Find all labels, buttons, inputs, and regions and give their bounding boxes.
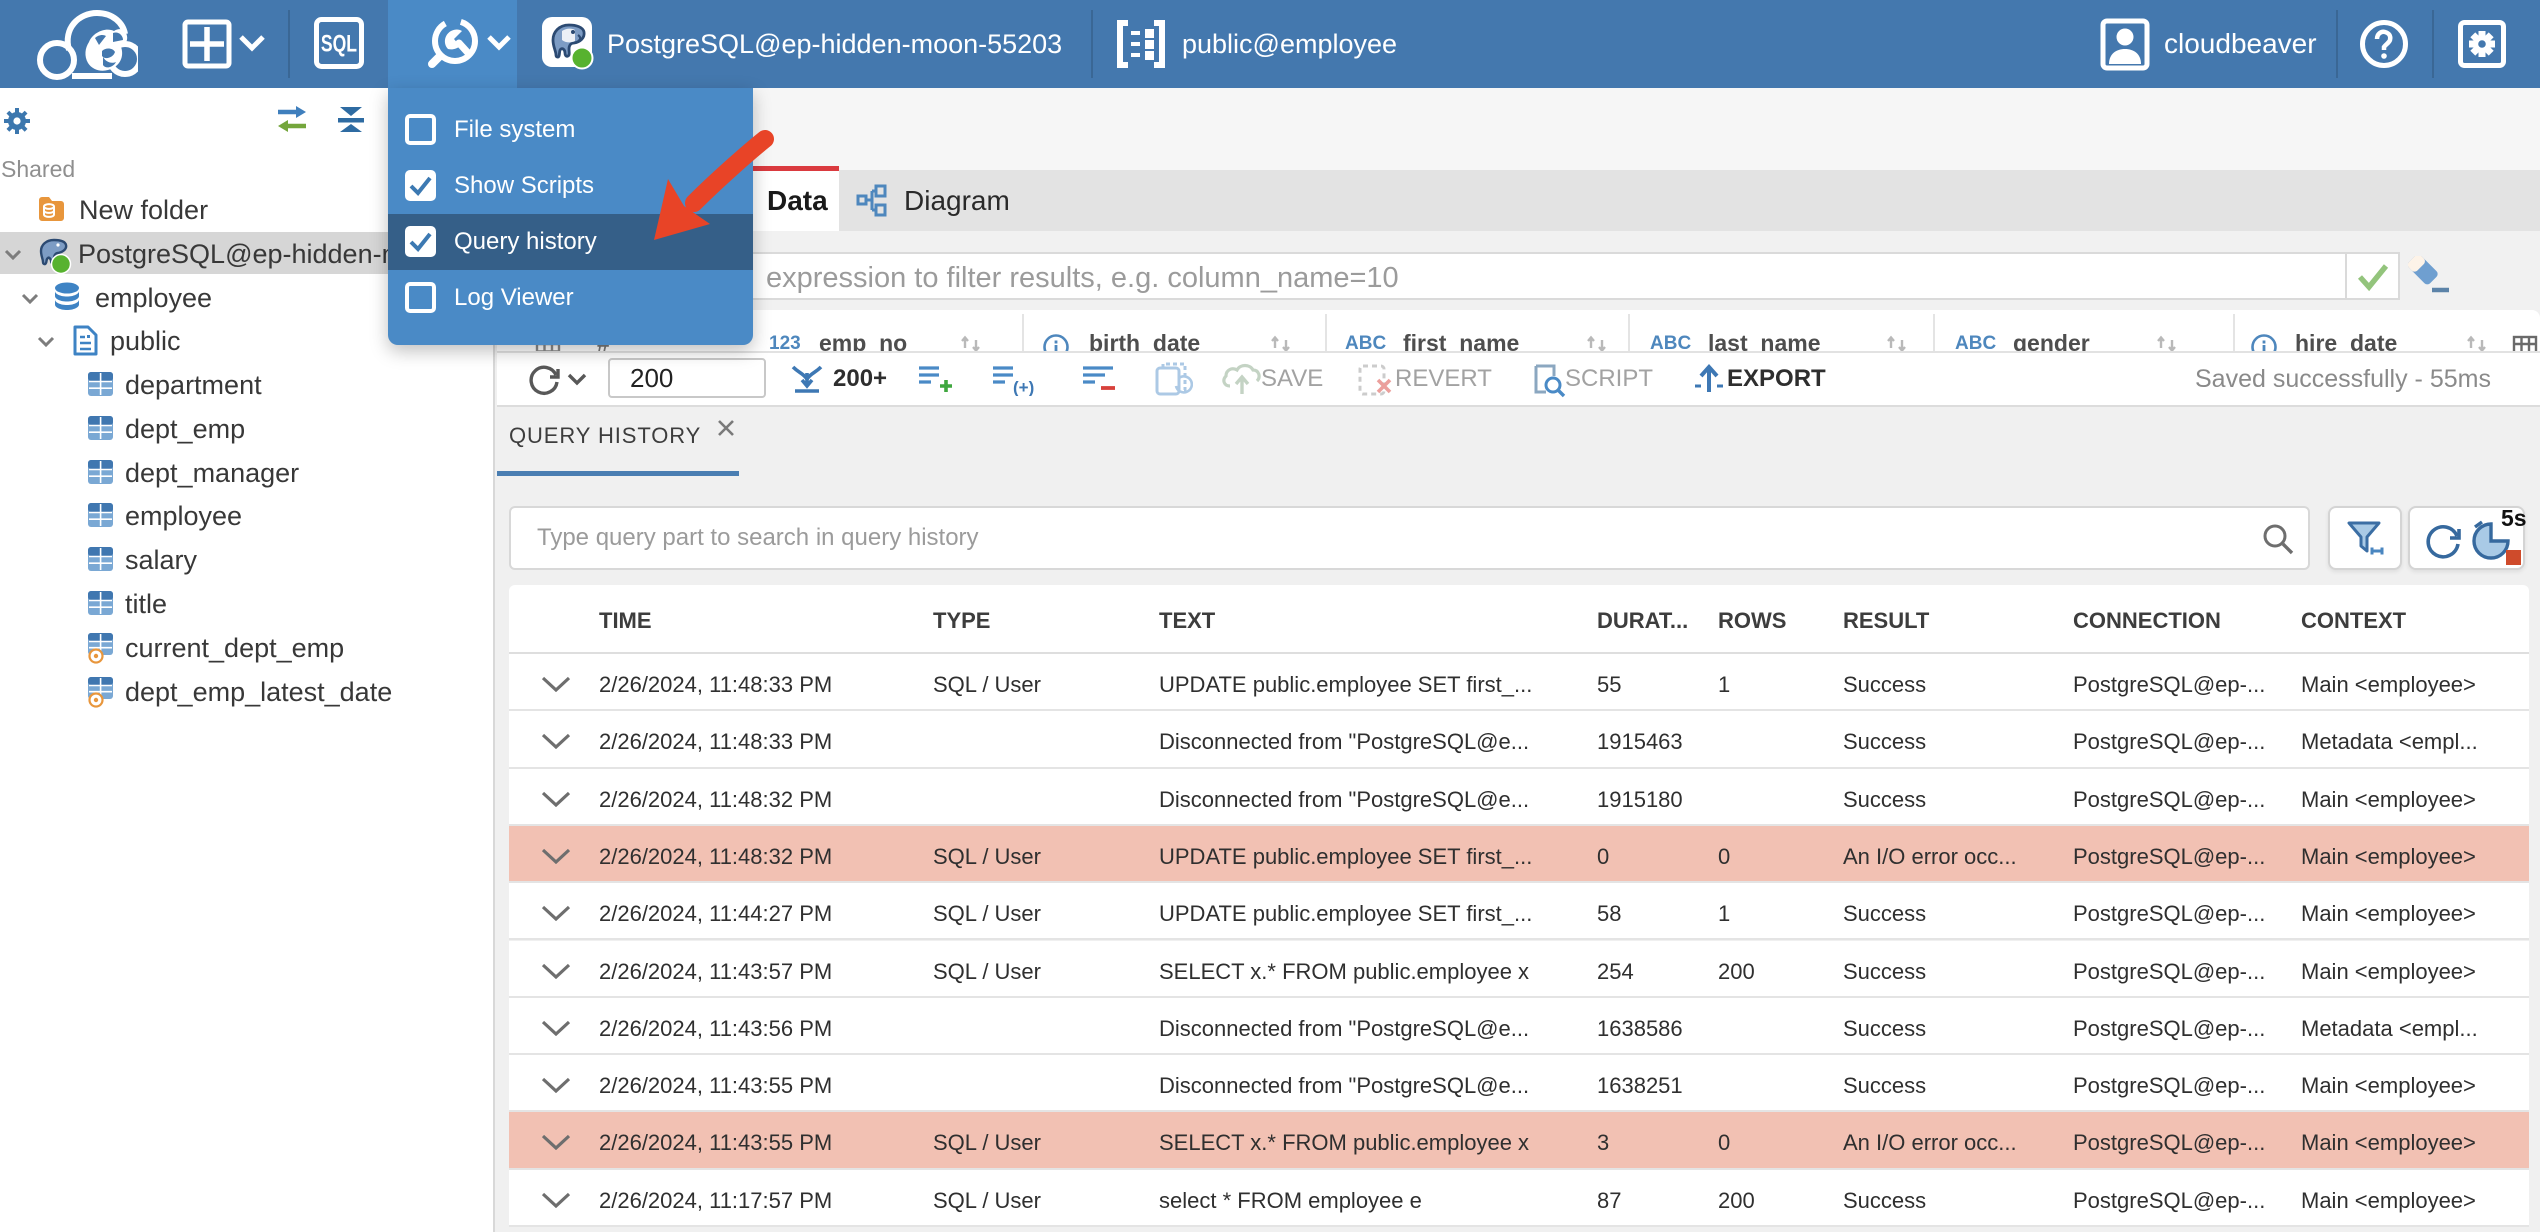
- svg-text:SQL: SQL: [321, 31, 357, 57]
- svg-text:(+): (+): [1013, 378, 1034, 396]
